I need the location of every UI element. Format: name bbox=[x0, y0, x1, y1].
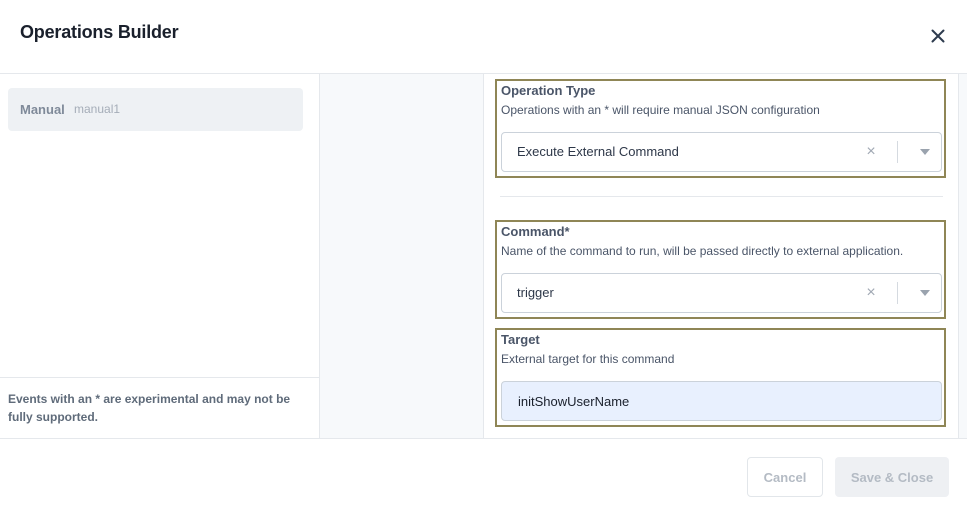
cancel-button[interactable]: Cancel bbox=[747, 457, 823, 497]
command-select[interactable]: trigger × bbox=[501, 273, 942, 313]
event-name: Manual bbox=[20, 102, 65, 117]
target-section: Target External target for this command bbox=[495, 328, 946, 427]
event-id: manual1 bbox=[74, 102, 121, 116]
command-section: Command* Name of the command to run, wil… bbox=[495, 220, 946, 319]
operation-type-value: Execute External Command bbox=[517, 144, 679, 159]
target-label: Target bbox=[501, 332, 540, 347]
select-separator bbox=[897, 141, 898, 163]
modal-title: Operations Builder bbox=[20, 22, 179, 42]
operation-type-description: Operations with an * will require manual… bbox=[501, 103, 820, 117]
modal-header: Operations Builder bbox=[0, 0, 967, 74]
events-panel: Manual manual1 Events with an * are expe… bbox=[0, 74, 320, 438]
modal-footer: Cancel Save & Close bbox=[0, 438, 967, 506]
close-icon bbox=[931, 29, 945, 43]
right-edge-panel bbox=[958, 74, 967, 438]
operations-builder-modal: Operations Builder Manual manual1 Events… bbox=[0, 0, 967, 506]
clear-icon[interactable]: × bbox=[864, 144, 878, 160]
operation-type-select[interactable]: Execute External Command × bbox=[501, 132, 942, 172]
target-description: External target for this command bbox=[501, 352, 675, 366]
operation-type-label: Operation Type bbox=[501, 83, 596, 98]
operation-type-section: Operation Type Operations with an * will… bbox=[495, 79, 946, 178]
event-item-manual[interactable]: Manual manual1 bbox=[8, 88, 303, 131]
command-label: Command* bbox=[501, 224, 570, 239]
command-value: trigger bbox=[517, 285, 554, 300]
chevron-down-icon[interactable] bbox=[920, 290, 930, 296]
target-input[interactable] bbox=[501, 381, 942, 421]
operations-list-panel bbox=[320, 74, 484, 438]
clear-icon[interactable]: × bbox=[864, 285, 878, 301]
experimental-events-note: Events with an * are experimental and ma… bbox=[0, 377, 319, 438]
command-description: Name of the command to run, will be pass… bbox=[501, 244, 904, 258]
save-close-button[interactable]: Save & Close bbox=[835, 457, 949, 497]
section-divider bbox=[500, 196, 943, 197]
chevron-down-icon[interactable] bbox=[920, 149, 930, 155]
close-button[interactable] bbox=[926, 24, 950, 48]
select-separator bbox=[897, 282, 898, 304]
